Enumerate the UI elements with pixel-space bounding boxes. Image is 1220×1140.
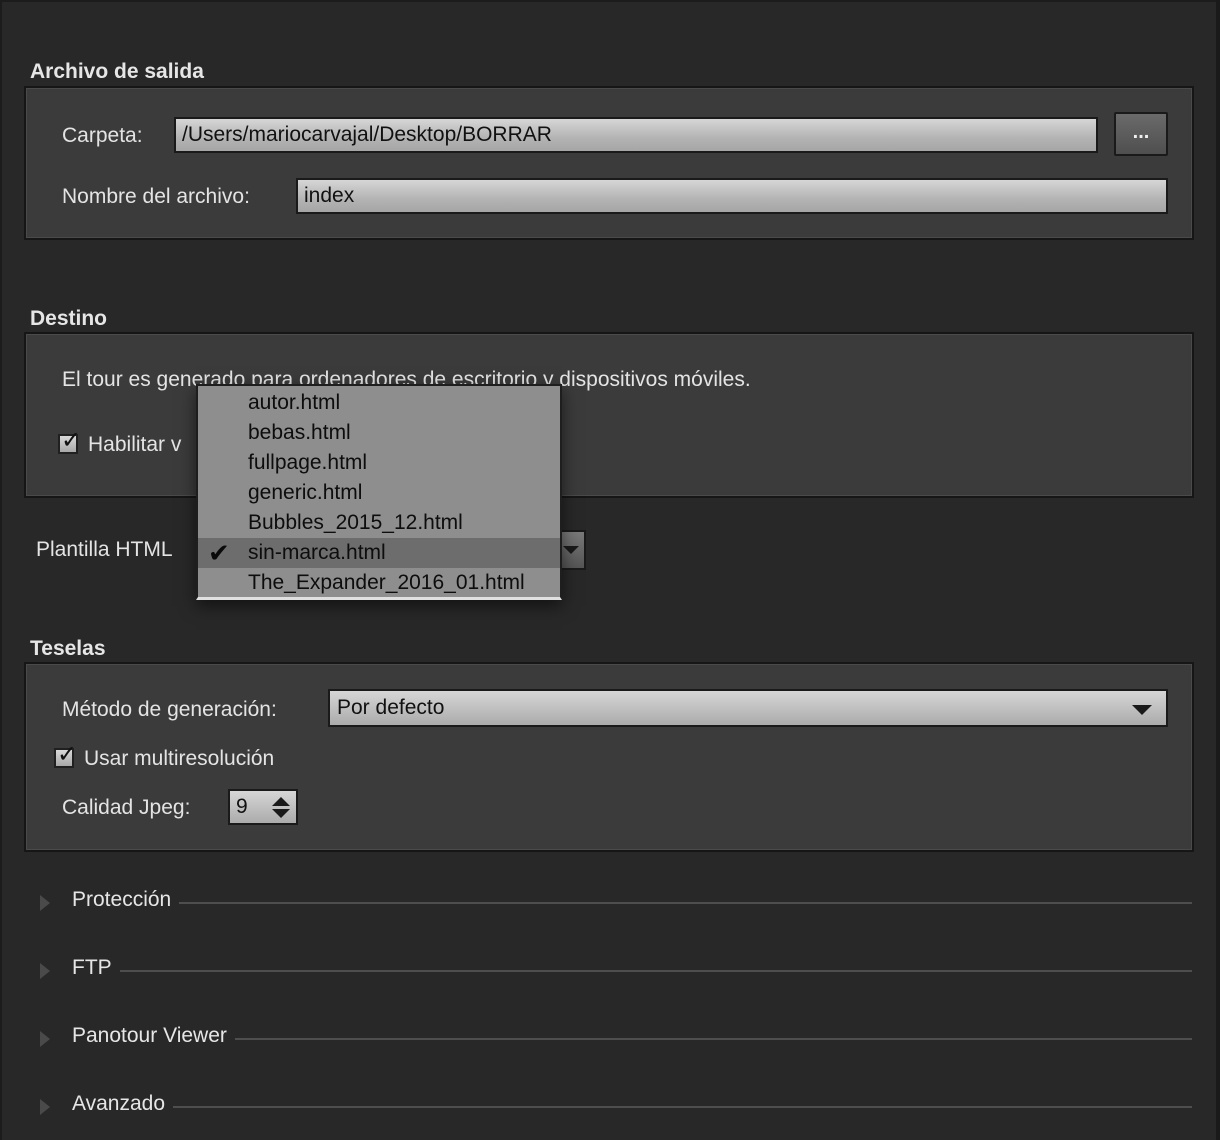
window-frame-right	[1216, 0, 1220, 1140]
divider	[72, 1038, 1192, 1040]
divider	[72, 902, 1192, 904]
enable-checkbox[interactable]: ✓	[58, 427, 81, 454]
section-ftp[interactable]: FTP	[36, 956, 1192, 986]
checkmark-icon: ✓	[57, 741, 78, 768]
section-ftp-label: FTP	[72, 956, 120, 980]
section-panotour-viewer-label: Panotour Viewer	[72, 1024, 235, 1048]
quality-label: Calidad Jpeg:	[62, 796, 191, 819]
folder-input[interactable]: /Users/mariocarvajal/Desktop/BORRAR	[174, 117, 1098, 153]
checkmark-icon: ✔	[208, 538, 230, 568]
section-protection-label: Protección	[72, 888, 180, 912]
menu-item-bubbles[interactable]: Bubbles_2015_12.html	[198, 508, 560, 538]
quality-stepper[interactable]: 9	[228, 789, 298, 825]
method-label: Método de generación:	[62, 698, 277, 721]
tiles-panel: Método de generación: Por defecto ✓ Usar…	[24, 662, 1194, 852]
template-label: Plantilla HTML	[36, 538, 173, 561]
window-frame-top	[0, 0, 1220, 2]
chevron-down-icon	[1132, 705, 1152, 715]
menu-item-label: bebas.html	[248, 421, 351, 444]
menu-item-the-expander[interactable]: The_Expander_2016_01.html	[198, 568, 560, 598]
disclosure-triangle-icon[interactable]	[40, 963, 50, 979]
menu-item-fullpage[interactable]: fullpage.html	[198, 448, 560, 478]
divider	[72, 970, 1192, 972]
section-panotour-viewer[interactable]: Panotour Viewer	[36, 1024, 1192, 1054]
disclosure-triangle-icon[interactable]	[40, 1031, 50, 1047]
chevron-down-icon	[563, 546, 579, 554]
divider	[72, 1106, 1192, 1108]
filename-input[interactable]: index	[296, 178, 1168, 214]
multires-checkbox[interactable]: ✓	[54, 741, 77, 768]
multires-label: Usar multiresolución	[84, 747, 275, 770]
section-title-output: Archivo de salida	[30, 60, 204, 83]
section-advanced-label: Avanzado	[72, 1092, 174, 1116]
menu-item-label: sin-marca.html	[248, 541, 386, 564]
quality-value: 9	[236, 795, 248, 818]
disclosure-triangle-icon[interactable]	[40, 895, 50, 911]
enable-checkbox-label: Habilitar v	[88, 433, 182, 456]
method-select-value: Por defecto	[337, 696, 445, 719]
menu-item-label: The_Expander_2016_01.html	[248, 571, 525, 594]
section-protection[interactable]: Protección	[36, 888, 1192, 918]
menu-item-generic[interactable]: generic.html	[198, 478, 560, 508]
chevron-up-icon[interactable]	[272, 797, 290, 806]
checkmark-icon: ✓	[61, 427, 82, 454]
filename-label: Nombre del archivo:	[62, 185, 250, 208]
menu-item-label: autor.html	[248, 391, 341, 414]
chevron-down-icon[interactable]	[272, 809, 290, 818]
menu-item-autor[interactable]: autor.html	[198, 388, 560, 418]
browse-folder-button[interactable]: ...	[1114, 112, 1168, 156]
menu-item-sin-marca[interactable]: ✔ sin-marca.html	[198, 538, 560, 568]
menu-item-label: generic.html	[248, 481, 363, 504]
menu-item-label: fullpage.html	[248, 451, 368, 474]
section-advanced[interactable]: Avanzado	[36, 1092, 1192, 1122]
disclosure-triangle-icon[interactable]	[40, 1099, 50, 1115]
output-panel: Carpeta: /Users/mariocarvajal/Desktop/BO…	[24, 86, 1194, 240]
menu-item-bebas[interactable]: bebas.html	[198, 418, 560, 448]
template-dropdown-menu: autor.html bebas.html fullpage.html gene…	[196, 384, 562, 600]
folder-label: Carpeta:	[62, 124, 143, 147]
section-title-tiles: Teselas	[30, 637, 106, 660]
method-select[interactable]: Por defecto	[328, 689, 1168, 727]
menu-item-label: Bubbles_2015_12.html	[248, 511, 463, 534]
window-frame-left	[0, 0, 2, 1140]
section-title-destination: Destino	[30, 307, 108, 330]
